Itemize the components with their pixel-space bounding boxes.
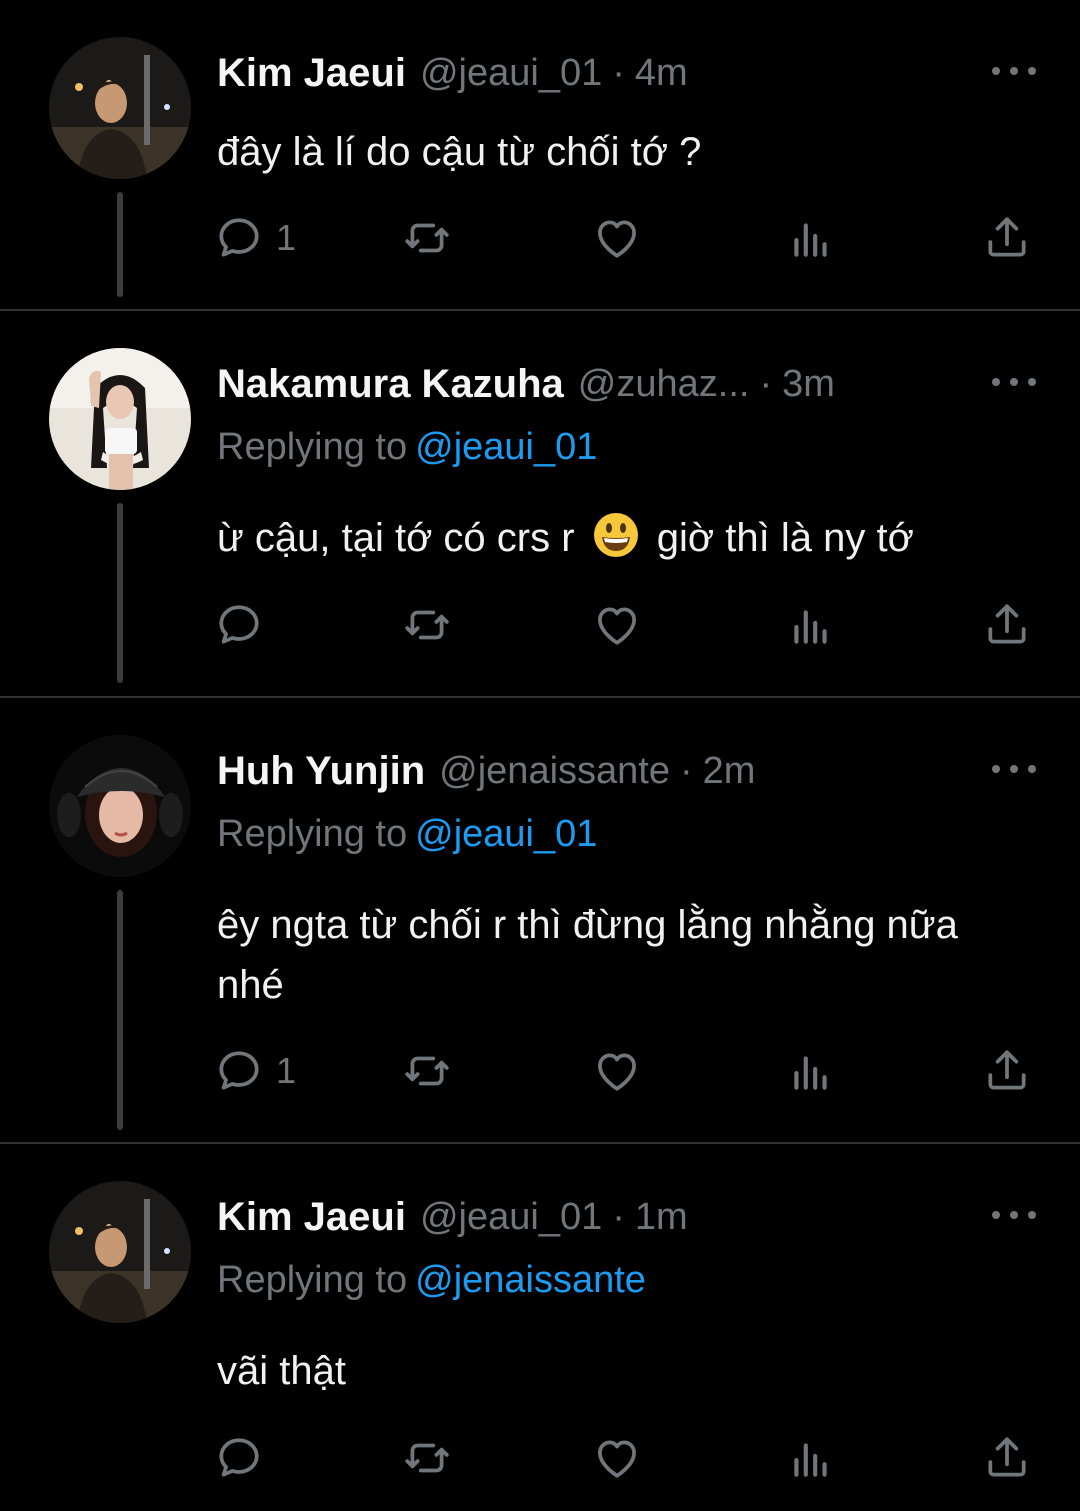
tweet-header: Nakamura Kazuha @zuhaz... · 3m xyxy=(217,354,835,414)
replying-to-label: Replying to xyxy=(217,1259,408,1301)
tweet-header: Kim Jaeui @jeaui_01 · 1m xyxy=(217,1187,688,1247)
reply-icon xyxy=(219,218,259,257)
more-icon[interactable] xyxy=(992,1208,1036,1222)
like-icon xyxy=(598,220,636,258)
tweet-text-part: giờ thì là ny tớ xyxy=(656,516,914,560)
share-button[interactable] xyxy=(982,1043,1032,1099)
reply-button[interactable]: 1 xyxy=(214,210,296,266)
share-icon xyxy=(988,604,1026,644)
user-handle[interactable]: @jenaissante xyxy=(439,750,670,793)
tweet-text: vãi thật xyxy=(217,1349,346,1393)
reply-button[interactable] xyxy=(214,1430,264,1486)
replying-to: Replying to @jeaui_01 xyxy=(217,426,597,469)
like-icon xyxy=(598,1440,636,1478)
separator-dot: · xyxy=(679,749,693,792)
share-button[interactable] xyxy=(982,210,1032,266)
more-icon[interactable] xyxy=(992,64,1036,78)
more-icon[interactable] xyxy=(992,375,1036,389)
tweet-header: Kim Jaeui @jeaui_01 · 4m xyxy=(217,43,688,103)
tweet-text: ừ cậu, tại tớ có crs r giờ thì là ny tớ xyxy=(217,508,1017,568)
like-button[interactable] xyxy=(592,597,642,653)
action-bar: 1 xyxy=(214,210,1044,266)
separator-dot: · xyxy=(612,1195,625,1238)
share-button[interactable] xyxy=(982,597,1032,653)
tweet[interactable]: Huh Yunjin @jenaissante · 2m Replying to… xyxy=(0,698,1080,1142)
replying-to: Replying to @jenaissante xyxy=(217,1259,646,1302)
avatar[interactable] xyxy=(49,735,191,877)
retweet-button[interactable] xyxy=(402,597,452,653)
reply-count: 1 xyxy=(276,217,297,258)
tweet-text: êy ngta từ chối r thì đừng lằng nhằng nữ… xyxy=(217,903,958,1007)
action-bar xyxy=(214,1430,1044,1486)
like-icon xyxy=(598,607,636,645)
retweet-button[interactable] xyxy=(402,1043,452,1099)
analytics-button[interactable] xyxy=(786,1043,836,1099)
action-bar xyxy=(214,597,1044,653)
thread-line xyxy=(117,890,123,1130)
mention-link[interactable]: @jeaui_01 xyxy=(415,426,597,468)
analytics-icon xyxy=(794,223,827,257)
thread-line xyxy=(117,503,123,683)
like-button[interactable] xyxy=(592,210,642,266)
replying-to-label: Replying to xyxy=(217,426,408,468)
tweet-header: Huh Yunjin @jenaissante · 2m xyxy=(217,741,755,801)
like-button[interactable] xyxy=(592,1043,642,1099)
timestamp[interactable]: 3m xyxy=(782,363,835,406)
separator-dot: · xyxy=(759,362,773,405)
share-icon xyxy=(988,217,1026,257)
reply-icon xyxy=(219,605,259,644)
user-handle[interactable]: @jeaui_01 xyxy=(420,52,602,95)
like-button[interactable] xyxy=(592,1430,642,1486)
like-icon xyxy=(598,1053,636,1091)
retweet-icon xyxy=(405,1443,449,1473)
tweet-text: đây là lí do cậu từ chối tớ ? xyxy=(217,130,702,174)
grinning-face-icon xyxy=(593,513,638,557)
tweet[interactable]: Kim Jaeui @jeaui_01 · 4m đây là lí do cậ… xyxy=(0,0,1080,310)
action-bar: 1 xyxy=(214,1043,1044,1099)
user-handle[interactable]: @jeaui_01 xyxy=(420,1196,602,1239)
avatar[interactable] xyxy=(49,37,191,179)
analytics-button[interactable] xyxy=(786,210,836,266)
replying-to: Replying to @jeaui_01 xyxy=(217,813,597,856)
more-icon[interactable] xyxy=(992,762,1036,776)
reply-icon xyxy=(219,1051,259,1090)
separator-dot: · xyxy=(612,51,625,94)
analytics-button[interactable] xyxy=(786,1430,836,1486)
mention-link[interactable]: @jenaissante xyxy=(415,1259,646,1301)
analytics-icon xyxy=(794,1443,827,1477)
timestamp[interactable]: 4m xyxy=(635,52,688,95)
timestamp[interactable]: 2m xyxy=(703,750,756,793)
tweet[interactable]: Kim Jaeui @jeaui_01 · 1m Replying to @jen… xyxy=(0,1144,1080,1511)
display-name[interactable]: Kim Jaeui xyxy=(217,51,406,96)
retweet-icon xyxy=(405,610,449,640)
retweet-icon xyxy=(405,223,449,253)
user-handle[interactable]: @zuhaz... xyxy=(578,363,750,406)
share-icon xyxy=(988,1050,1026,1090)
avatar[interactable] xyxy=(49,348,191,490)
display-name[interactable]: Huh Yunjin xyxy=(217,749,425,794)
display-name[interactable]: Kim Jaeui xyxy=(217,1195,406,1240)
display-name[interactable]: Nakamura Kazuha xyxy=(217,362,564,407)
analytics-icon xyxy=(794,1056,827,1090)
share-icon xyxy=(988,1437,1026,1477)
replying-to-label: Replying to xyxy=(217,813,408,855)
timestamp[interactable]: 1m xyxy=(635,1196,688,1239)
analytics-button[interactable] xyxy=(786,597,836,653)
retweet-icon xyxy=(405,1056,449,1086)
share-button[interactable] xyxy=(982,1430,1032,1486)
avatar[interactable] xyxy=(49,1181,191,1323)
mention-link[interactable]: @jeaui_01 xyxy=(415,813,597,855)
reply-icon xyxy=(219,1438,259,1477)
reply-count: 1 xyxy=(276,1050,297,1091)
thread-line xyxy=(117,192,123,297)
reply-button[interactable] xyxy=(214,597,264,653)
retweet-button[interactable] xyxy=(402,1430,452,1486)
tweet-text-part: ừ cậu, tại tớ có crs r xyxy=(217,516,575,560)
analytics-icon xyxy=(794,610,827,644)
tweet[interactable]: Nakamura Kazuha @zuhaz... · 3m Replying … xyxy=(0,311,1080,696)
reply-button[interactable]: 1 xyxy=(214,1043,296,1099)
retweet-button[interactable] xyxy=(402,210,452,266)
